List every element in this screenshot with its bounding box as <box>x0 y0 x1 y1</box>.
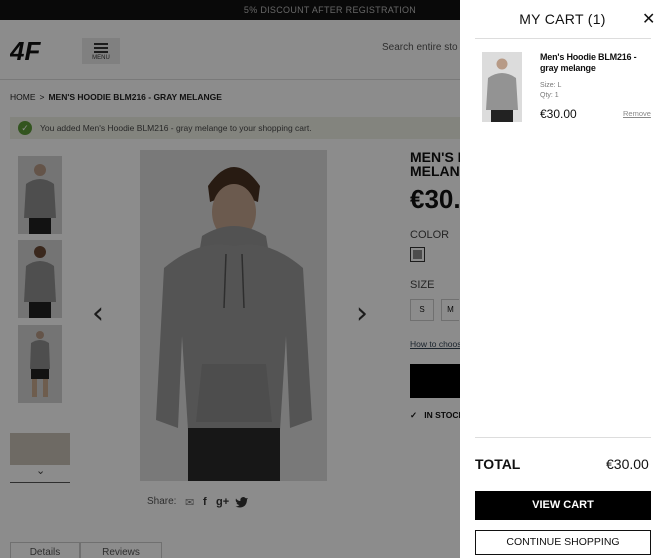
close-icon[interactable]: ✕ <box>642 9 655 28</box>
page-overlay[interactable] <box>0 0 460 558</box>
cart-item-price: €30.00 <box>540 107 577 121</box>
cart-total-value: €30.00 <box>606 456 649 472</box>
continue-shopping-button[interactable]: CONTINUE SHOPPING <box>475 530 651 555</box>
minicart-divider <box>475 38 651 39</box>
cart-item-name[interactable]: Men's Hoodie BLM216 - gray melange <box>540 52 640 74</box>
cart-item-qty: Qty: 1 <box>540 92 559 99</box>
minicart-total-divider <box>475 437 651 438</box>
cart-total-label: TOTAL <box>475 456 521 472</box>
cart-item-size: Size: L <box>540 82 562 89</box>
minicart-panel: MY CART (1) ✕ Men's Hoodie BLM216 - gray… <box>460 0 660 558</box>
view-cart-button[interactable]: VIEW CART <box>475 491 651 520</box>
cart-item-image[interactable] <box>482 52 522 122</box>
cart-item-remove-link[interactable]: Remove <box>623 109 651 118</box>
minicart-title: MY CART (1) <box>519 11 606 27</box>
